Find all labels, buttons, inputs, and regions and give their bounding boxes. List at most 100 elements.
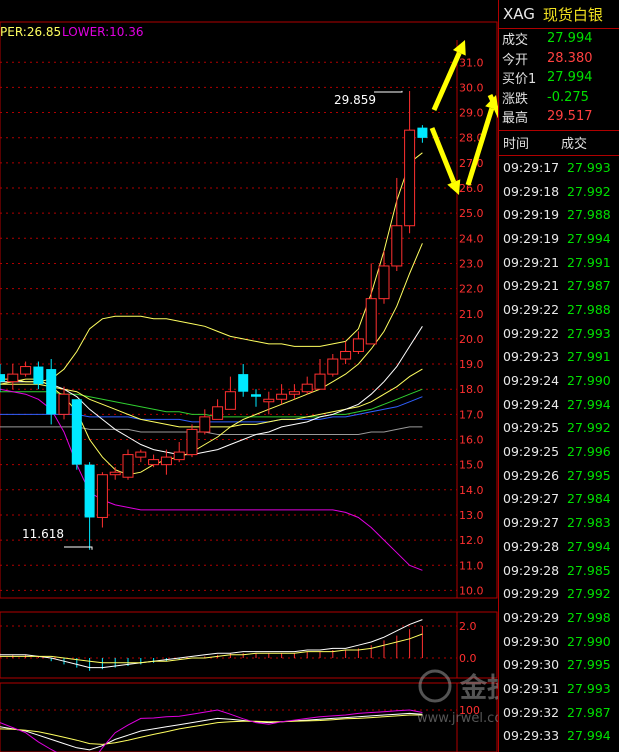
candle-body: [352, 338, 364, 352]
tick-time: 09:29:33: [503, 728, 560, 744]
price-tick-label: 31.0: [459, 56, 484, 69]
price-tick-label: 30.0: [459, 81, 484, 94]
tick-time: 09:29:25: [503, 444, 560, 460]
macd-tick-label: 2.0: [459, 620, 477, 633]
tick-price: 27.992: [567, 183, 611, 199]
candle-body: [96, 474, 108, 518]
candle-body: [263, 398, 275, 403]
candle-body: [327, 358, 339, 375]
quote-row: 今开 28.380: [499, 49, 619, 69]
tick-time: 09:29:24: [503, 373, 560, 389]
watermark-logo-icon: [418, 669, 452, 703]
price-tick-label: 21.0: [459, 308, 484, 321]
tick-row: 09:29:27 27.983: [499, 511, 619, 535]
quote-label: 最高: [502, 111, 529, 127]
quote-value: 28.380: [547, 50, 593, 66]
candle-body: [212, 406, 224, 420]
price-tick-label: 15.0: [459, 459, 484, 472]
candle-body: [288, 391, 300, 395]
price-tick-label: 26.0: [459, 182, 484, 195]
tick-price: 27.983: [567, 515, 611, 531]
price-grid: [0, 21, 498, 599]
indicator-lines: [0, 152, 423, 571]
candle-body: [135, 451, 147, 458]
candle-body: [20, 366, 32, 375]
tick-price: 27.987: [567, 278, 611, 294]
tick-price: 27.992: [567, 420, 611, 436]
tick-row: 09:29:25 27.996: [499, 440, 619, 464]
tick-price: 27.994: [567, 396, 611, 412]
candle-body: [148, 459, 160, 466]
tick-row: 09:29:30 27.990: [499, 629, 619, 653]
tick-time: 09:29:28: [503, 538, 560, 554]
tick-row: 09:29:27 27.984: [499, 487, 619, 511]
candle-body: [46, 369, 57, 415]
candle-body: [340, 350, 352, 360]
macd-tick-label: 0.0: [459, 652, 477, 665]
tick-price: 27.995: [567, 467, 611, 483]
candle-body: [71, 399, 82, 465]
kline-chart[interactable]: PER:26.85 LOWER:10.36 31.030.029.028.027…: [0, 0, 498, 752]
tick-row: 09:29:17 27.993: [499, 156, 619, 180]
tick-price: 27.988: [567, 301, 611, 317]
tick-time: 09:29:26: [503, 467, 560, 483]
watermark-url: www.jrwel.com: [417, 711, 498, 726]
quote-row: 最高 29.517: [499, 107, 619, 127]
tick-price: 27.994: [567, 728, 611, 744]
tick-row: 09:29:33 27.994: [499, 724, 619, 748]
tick-price: 27.996: [567, 444, 611, 460]
tick-time: 09:29:27: [503, 515, 560, 531]
candle-body: [173, 451, 185, 461]
candle-body: [365, 298, 377, 345]
candle-body: [0, 374, 5, 382]
candle-body: [404, 129, 416, 227]
candlesticks: [0, 90, 428, 550]
tick-price: 27.984: [567, 491, 611, 507]
tick-row: 09:29:24 27.994: [499, 392, 619, 416]
tick-time: 09:29:21: [503, 278, 560, 294]
tick-row: 09:29:29 27.992: [499, 582, 619, 606]
tick-row: 09:29:30 27.995: [499, 653, 619, 677]
tick-price: 27.994: [567, 538, 611, 554]
price-tick-label: 14.0: [459, 484, 484, 497]
tick-time: 09:29:29: [503, 609, 560, 625]
candle-body: [238, 374, 249, 392]
candle-body: [7, 373, 19, 383]
quote-row: 成交 27.994: [499, 29, 619, 49]
price-tick-label: 24.0: [459, 232, 484, 245]
arrow-shaft: [431, 51, 462, 112]
price-tick-label: 10.0: [459, 584, 484, 597]
price-tick-label: 20.0: [459, 333, 484, 346]
tick-price: 27.987: [567, 704, 611, 720]
trading-terminal: PER:26.85 LOWER:10.36 31.0 30.0 29.0 28.0 27…: [0, 0, 619, 752]
price-tick-label: 17.0: [459, 408, 484, 421]
tick-time: 09:29:17: [503, 159, 560, 175]
tick-list[interactable]: 09:29:17 27.993 09:29:18 27.992 09:29:19 27.9…: [499, 156, 619, 748]
candle-body: [301, 383, 313, 393]
tick-header-price: 成交: [561, 137, 588, 152]
tick-time: 09:29:30: [503, 657, 560, 673]
tick-price: 27.995: [567, 657, 611, 673]
tick-time: 09:29:28: [503, 562, 560, 578]
price-tick-label: 11.0: [459, 559, 484, 572]
candle-body: [224, 391, 236, 410]
tick-row: 09:29:21 27.987: [499, 274, 619, 298]
tick-row: 09:29:21 27.991: [499, 250, 619, 274]
tick-header-time: 时间: [503, 137, 530, 152]
candle-body: [276, 393, 288, 400]
candle-body: [84, 464, 95, 518]
tick-time: 09:29:30: [503, 633, 560, 649]
boll-upper-label: PER:26.85: [0, 25, 61, 39]
tick-price: 27.993: [567, 325, 611, 341]
macd-dif-line: [0, 619, 423, 669]
quote-label: 成交: [502, 33, 529, 49]
tick-price: 27.992: [567, 586, 611, 602]
candle-body: [391, 225, 403, 267]
macd-panel: 2.0 0.0: [0, 611, 498, 679]
min-leader-line: [64, 546, 93, 550]
tick-table-header: 时间 成交: [499, 129, 619, 156]
tick-time: 09:29:24: [503, 396, 560, 412]
candle-body: [251, 394, 261, 397]
quote-summary: 成交 27.994 今开 28.380 买价1 27.994 涨跌 -0.275 最高 2…: [499, 29, 619, 127]
tick-time: 09:29:22: [503, 301, 560, 317]
